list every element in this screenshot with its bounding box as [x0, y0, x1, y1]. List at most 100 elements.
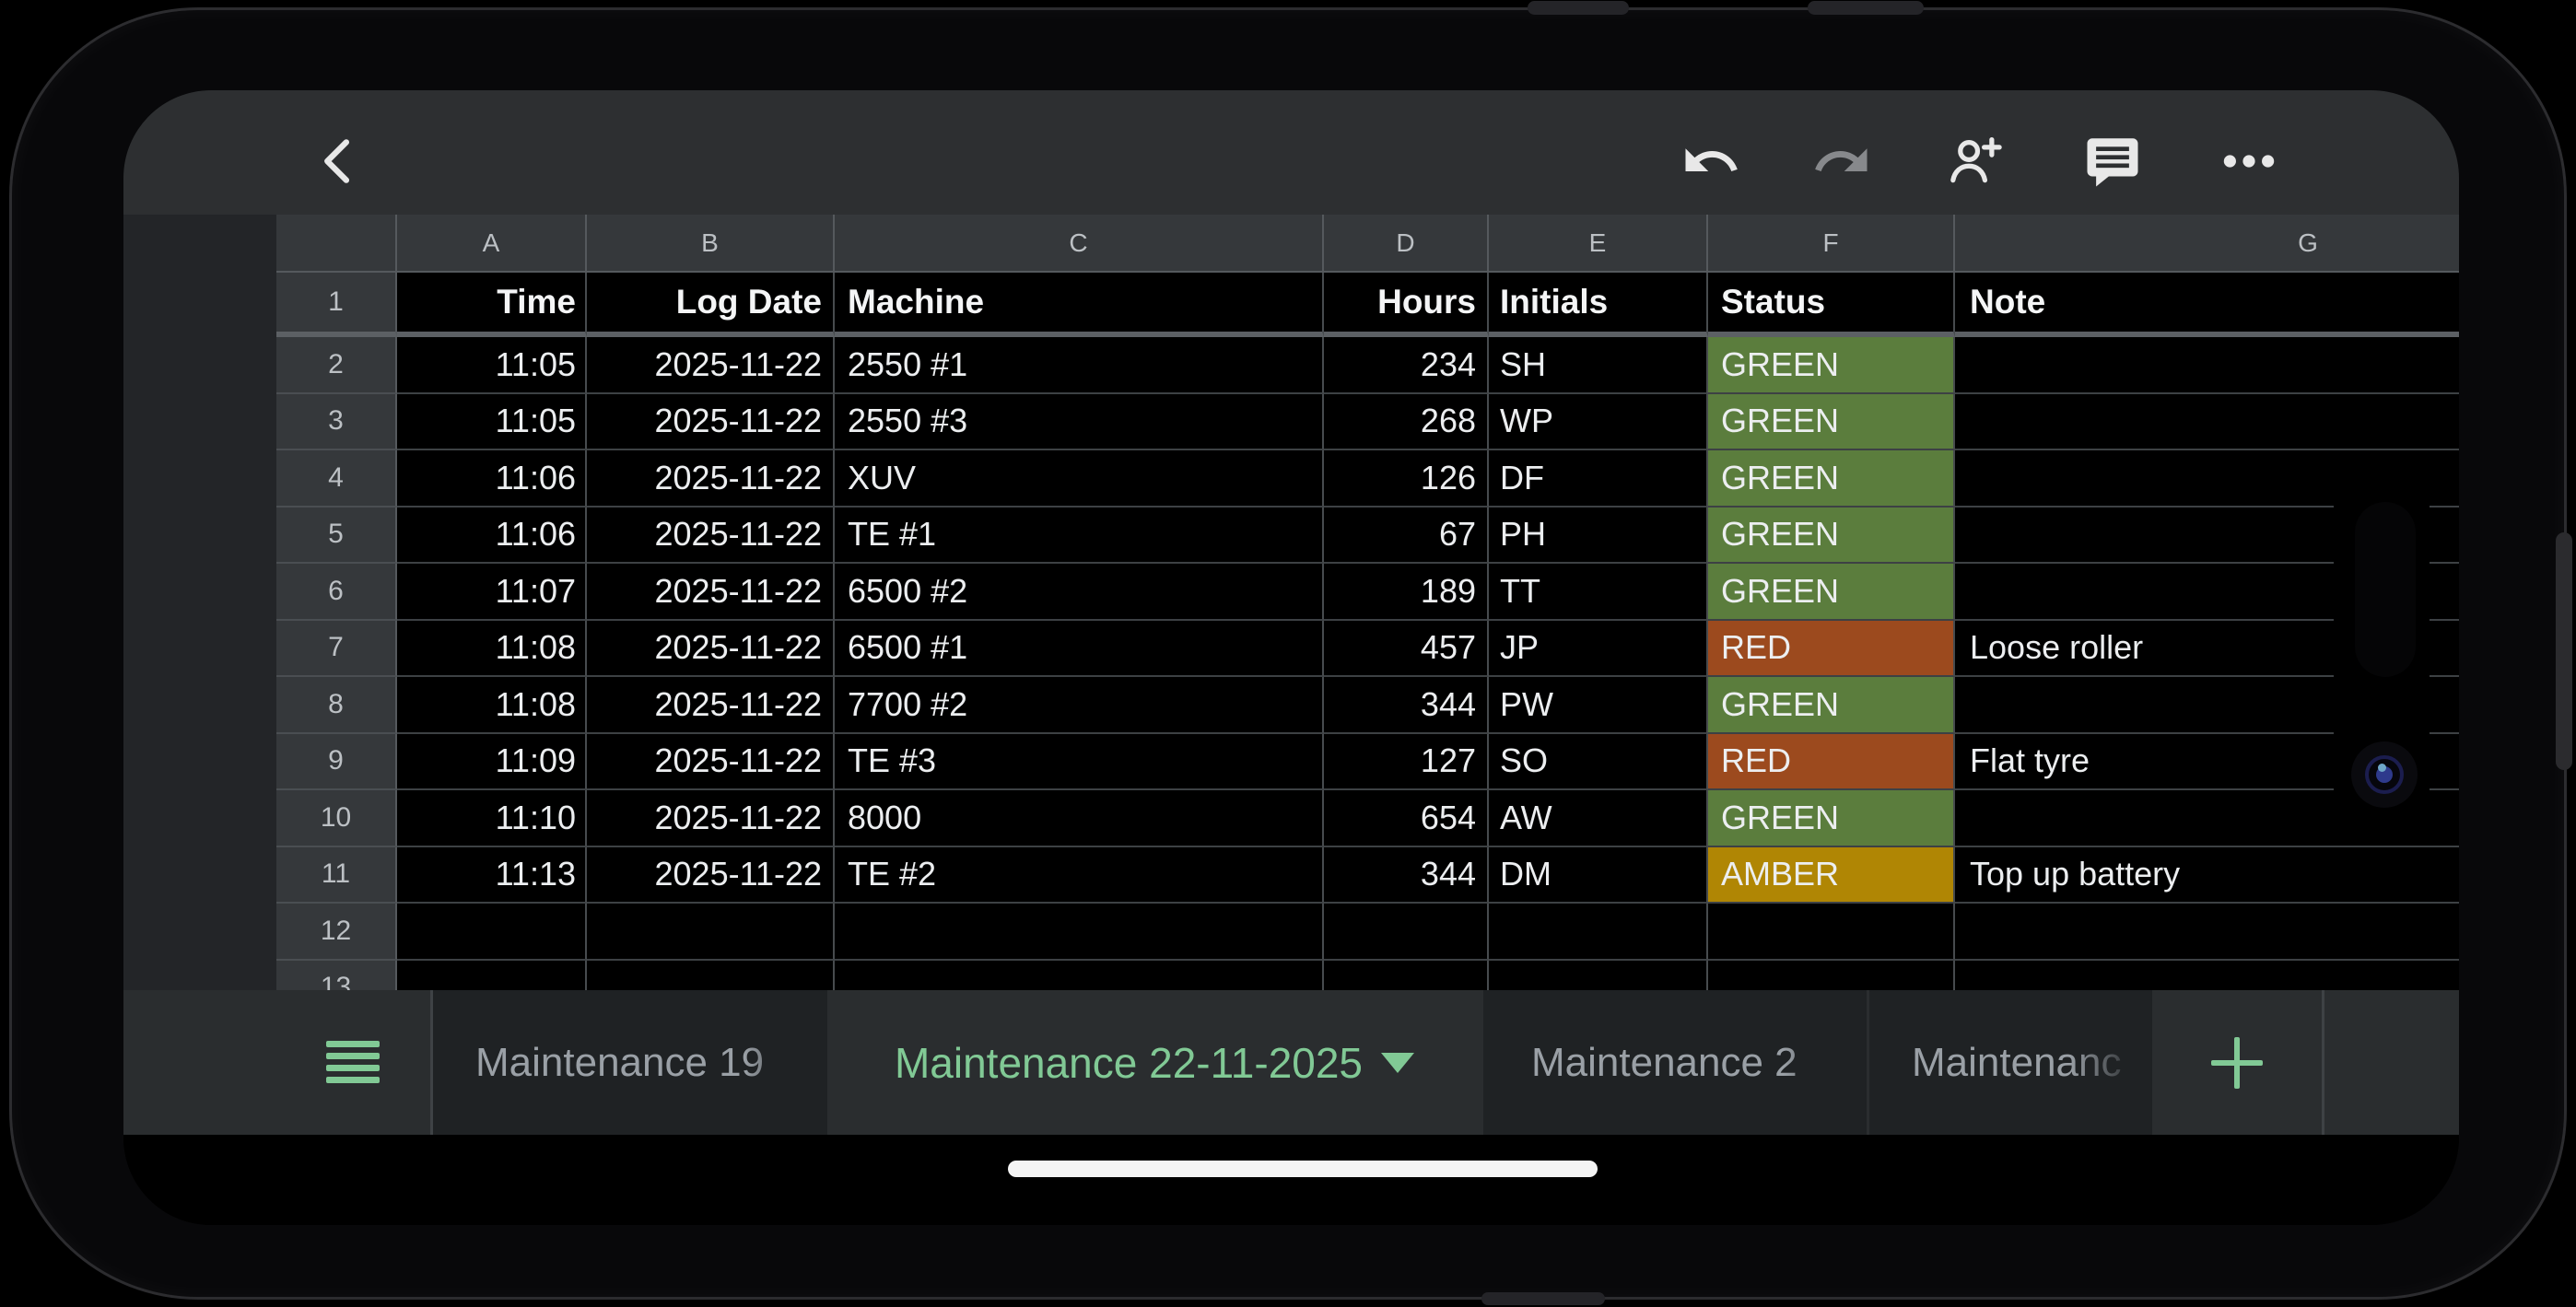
cell-G13[interactable]	[1955, 961, 2459, 991]
row-number-12[interactable]: 12	[276, 904, 397, 961]
cell-E8[interactable]: PW	[1489, 677, 1708, 734]
cell-E9[interactable]: SO	[1489, 734, 1708, 791]
cell-D12[interactable]	[1324, 904, 1489, 961]
undo-button[interactable]	[1679, 131, 1743, 195]
column-letter-D[interactable]: D	[1324, 215, 1489, 273]
cell-B7[interactable]: 2025-11-22	[587, 621, 835, 678]
cell-A5[interactable]: 11:06	[397, 508, 587, 565]
cell-D11[interactable]: 344	[1324, 847, 1489, 904]
column-letter-G[interactable]: G	[1955, 215, 2459, 273]
sheet-tab-3[interactable]: Maintenance 2	[1483, 990, 1867, 1135]
cell-C8[interactable]: 7700 #2	[835, 677, 1324, 734]
row-number-10[interactable]: 10	[276, 790, 397, 847]
header-cell-note[interactable]: Note	[1955, 273, 2459, 337]
cell-F13[interactable]	[1708, 961, 1955, 991]
column-letter-A[interactable]: A	[397, 215, 587, 273]
row-number-13[interactable]: 13	[276, 961, 397, 991]
cell-D8[interactable]: 344	[1324, 677, 1489, 734]
cell-C11[interactable]: TE #2	[835, 847, 1324, 904]
cell-C10[interactable]: 8000	[835, 790, 1324, 847]
column-letter-C[interactable]: C	[835, 215, 1324, 273]
cell-A6[interactable]: 11:07	[397, 564, 587, 621]
cell-E13[interactable]	[1489, 961, 1708, 991]
select-all-corner[interactable]	[276, 215, 397, 273]
cell-A12[interactable]	[397, 904, 587, 961]
cell-B4[interactable]: 2025-11-22	[587, 450, 835, 508]
cell-B3[interactable]: 2025-11-22	[587, 394, 835, 451]
cell-F7[interactable]: RED	[1708, 621, 1955, 678]
header-cell-date[interactable]: Log Date	[587, 273, 835, 337]
sheet-list-button[interactable]	[302, 990, 404, 1135]
cell-F11[interactable]: AMBER	[1708, 847, 1955, 904]
cell-F5[interactable]: GREEN	[1708, 508, 1955, 565]
cell-C6[interactable]: 6500 #2	[835, 564, 1324, 621]
cell-A11[interactable]: 11:13	[397, 847, 587, 904]
cell-D3[interactable]: 268	[1324, 394, 1489, 451]
row-number-1[interactable]: 1	[276, 273, 397, 337]
header-cell-time[interactable]: Time	[397, 273, 587, 337]
cell-D6[interactable]: 189	[1324, 564, 1489, 621]
comments-button[interactable]	[2080, 131, 2145, 195]
cell-G3[interactable]	[1955, 394, 2459, 451]
header-cell-machine[interactable]: Machine	[835, 273, 1324, 337]
cell-D7[interactable]: 457	[1324, 621, 1489, 678]
cell-E2[interactable]: SH	[1489, 337, 1708, 394]
cell-E5[interactable]: PH	[1489, 508, 1708, 565]
cell-D9[interactable]: 127	[1324, 734, 1489, 791]
cell-B13[interactable]	[587, 961, 835, 991]
cell-C2[interactable]: 2550 #1	[835, 337, 1324, 394]
cell-F6[interactable]: GREEN	[1708, 564, 1955, 621]
cell-C4[interactable]: XUV	[835, 450, 1324, 508]
cell-F4[interactable]: GREEN	[1708, 450, 1955, 508]
sheet-tab-1[interactable]: Maintenance 19	[433, 990, 827, 1135]
cell-C12[interactable]	[835, 904, 1324, 961]
row-number-5[interactable]: 5	[276, 508, 397, 565]
cell-F10[interactable]: GREEN	[1708, 790, 1955, 847]
cell-E3[interactable]: WP	[1489, 394, 1708, 451]
cell-E6[interactable]: TT	[1489, 564, 1708, 621]
share-button[interactable]	[1943, 131, 2008, 195]
cell-B5[interactable]: 2025-11-22	[587, 508, 835, 565]
cell-C9[interactable]: TE #3	[835, 734, 1324, 791]
cell-G12[interactable]	[1955, 904, 2459, 961]
cell-F2[interactable]: GREEN	[1708, 337, 1955, 394]
cell-G11[interactable]: Top up battery	[1955, 847, 2459, 904]
row-number-9[interactable]: 9	[276, 734, 397, 791]
more-menu-button[interactable]	[2217, 131, 2281, 195]
row-number-4[interactable]: 4	[276, 450, 397, 508]
column-letter-E[interactable]: E	[1489, 215, 1708, 273]
cell-G2[interactable]	[1955, 337, 2459, 394]
row-number-3[interactable]: 3	[276, 394, 397, 451]
cell-B10[interactable]: 2025-11-22	[587, 790, 835, 847]
cell-E10[interactable]: AW	[1489, 790, 1708, 847]
row-number-7[interactable]: 7	[276, 621, 397, 678]
cell-B11[interactable]: 2025-11-22	[587, 847, 835, 904]
column-letter-F[interactable]: F	[1708, 215, 1955, 273]
cell-C3[interactable]: 2550 #3	[835, 394, 1324, 451]
sheet-tab-active[interactable]: Maintenance 22-11-2025	[827, 990, 1481, 1135]
cell-D2[interactable]: 234	[1324, 337, 1489, 394]
cell-A2[interactable]: 11:05	[397, 337, 587, 394]
cell-A9[interactable]: 11:09	[397, 734, 587, 791]
home-indicator[interactable]	[1008, 1161, 1598, 1177]
redo-button[interactable]	[1809, 131, 1874, 195]
cell-E11[interactable]: DM	[1489, 847, 1708, 904]
cell-E4[interactable]: DF	[1489, 450, 1708, 508]
add-sheet-button[interactable]	[2152, 990, 2322, 1135]
cell-D10[interactable]: 654	[1324, 790, 1489, 847]
cell-B6[interactable]: 2025-11-22	[587, 564, 835, 621]
cell-A4[interactable]: 11:06	[397, 450, 587, 508]
cell-F8[interactable]: GREEN	[1708, 677, 1955, 734]
cell-E12[interactable]	[1489, 904, 1708, 961]
cell-D4[interactable]: 126	[1324, 450, 1489, 508]
cell-A7[interactable]: 11:08	[397, 621, 587, 678]
cell-B12[interactable]	[587, 904, 835, 961]
cell-A3[interactable]: 11:05	[397, 394, 587, 451]
cell-C7[interactable]: 6500 #1	[835, 621, 1324, 678]
cell-A10[interactable]: 11:10	[397, 790, 587, 847]
header-cell-initials[interactable]: Initials	[1489, 273, 1708, 337]
back-button[interactable]	[308, 131, 372, 195]
cell-D13[interactable]	[1324, 961, 1489, 991]
row-number-2[interactable]: 2	[276, 337, 397, 394]
cell-F3[interactable]: GREEN	[1708, 394, 1955, 451]
